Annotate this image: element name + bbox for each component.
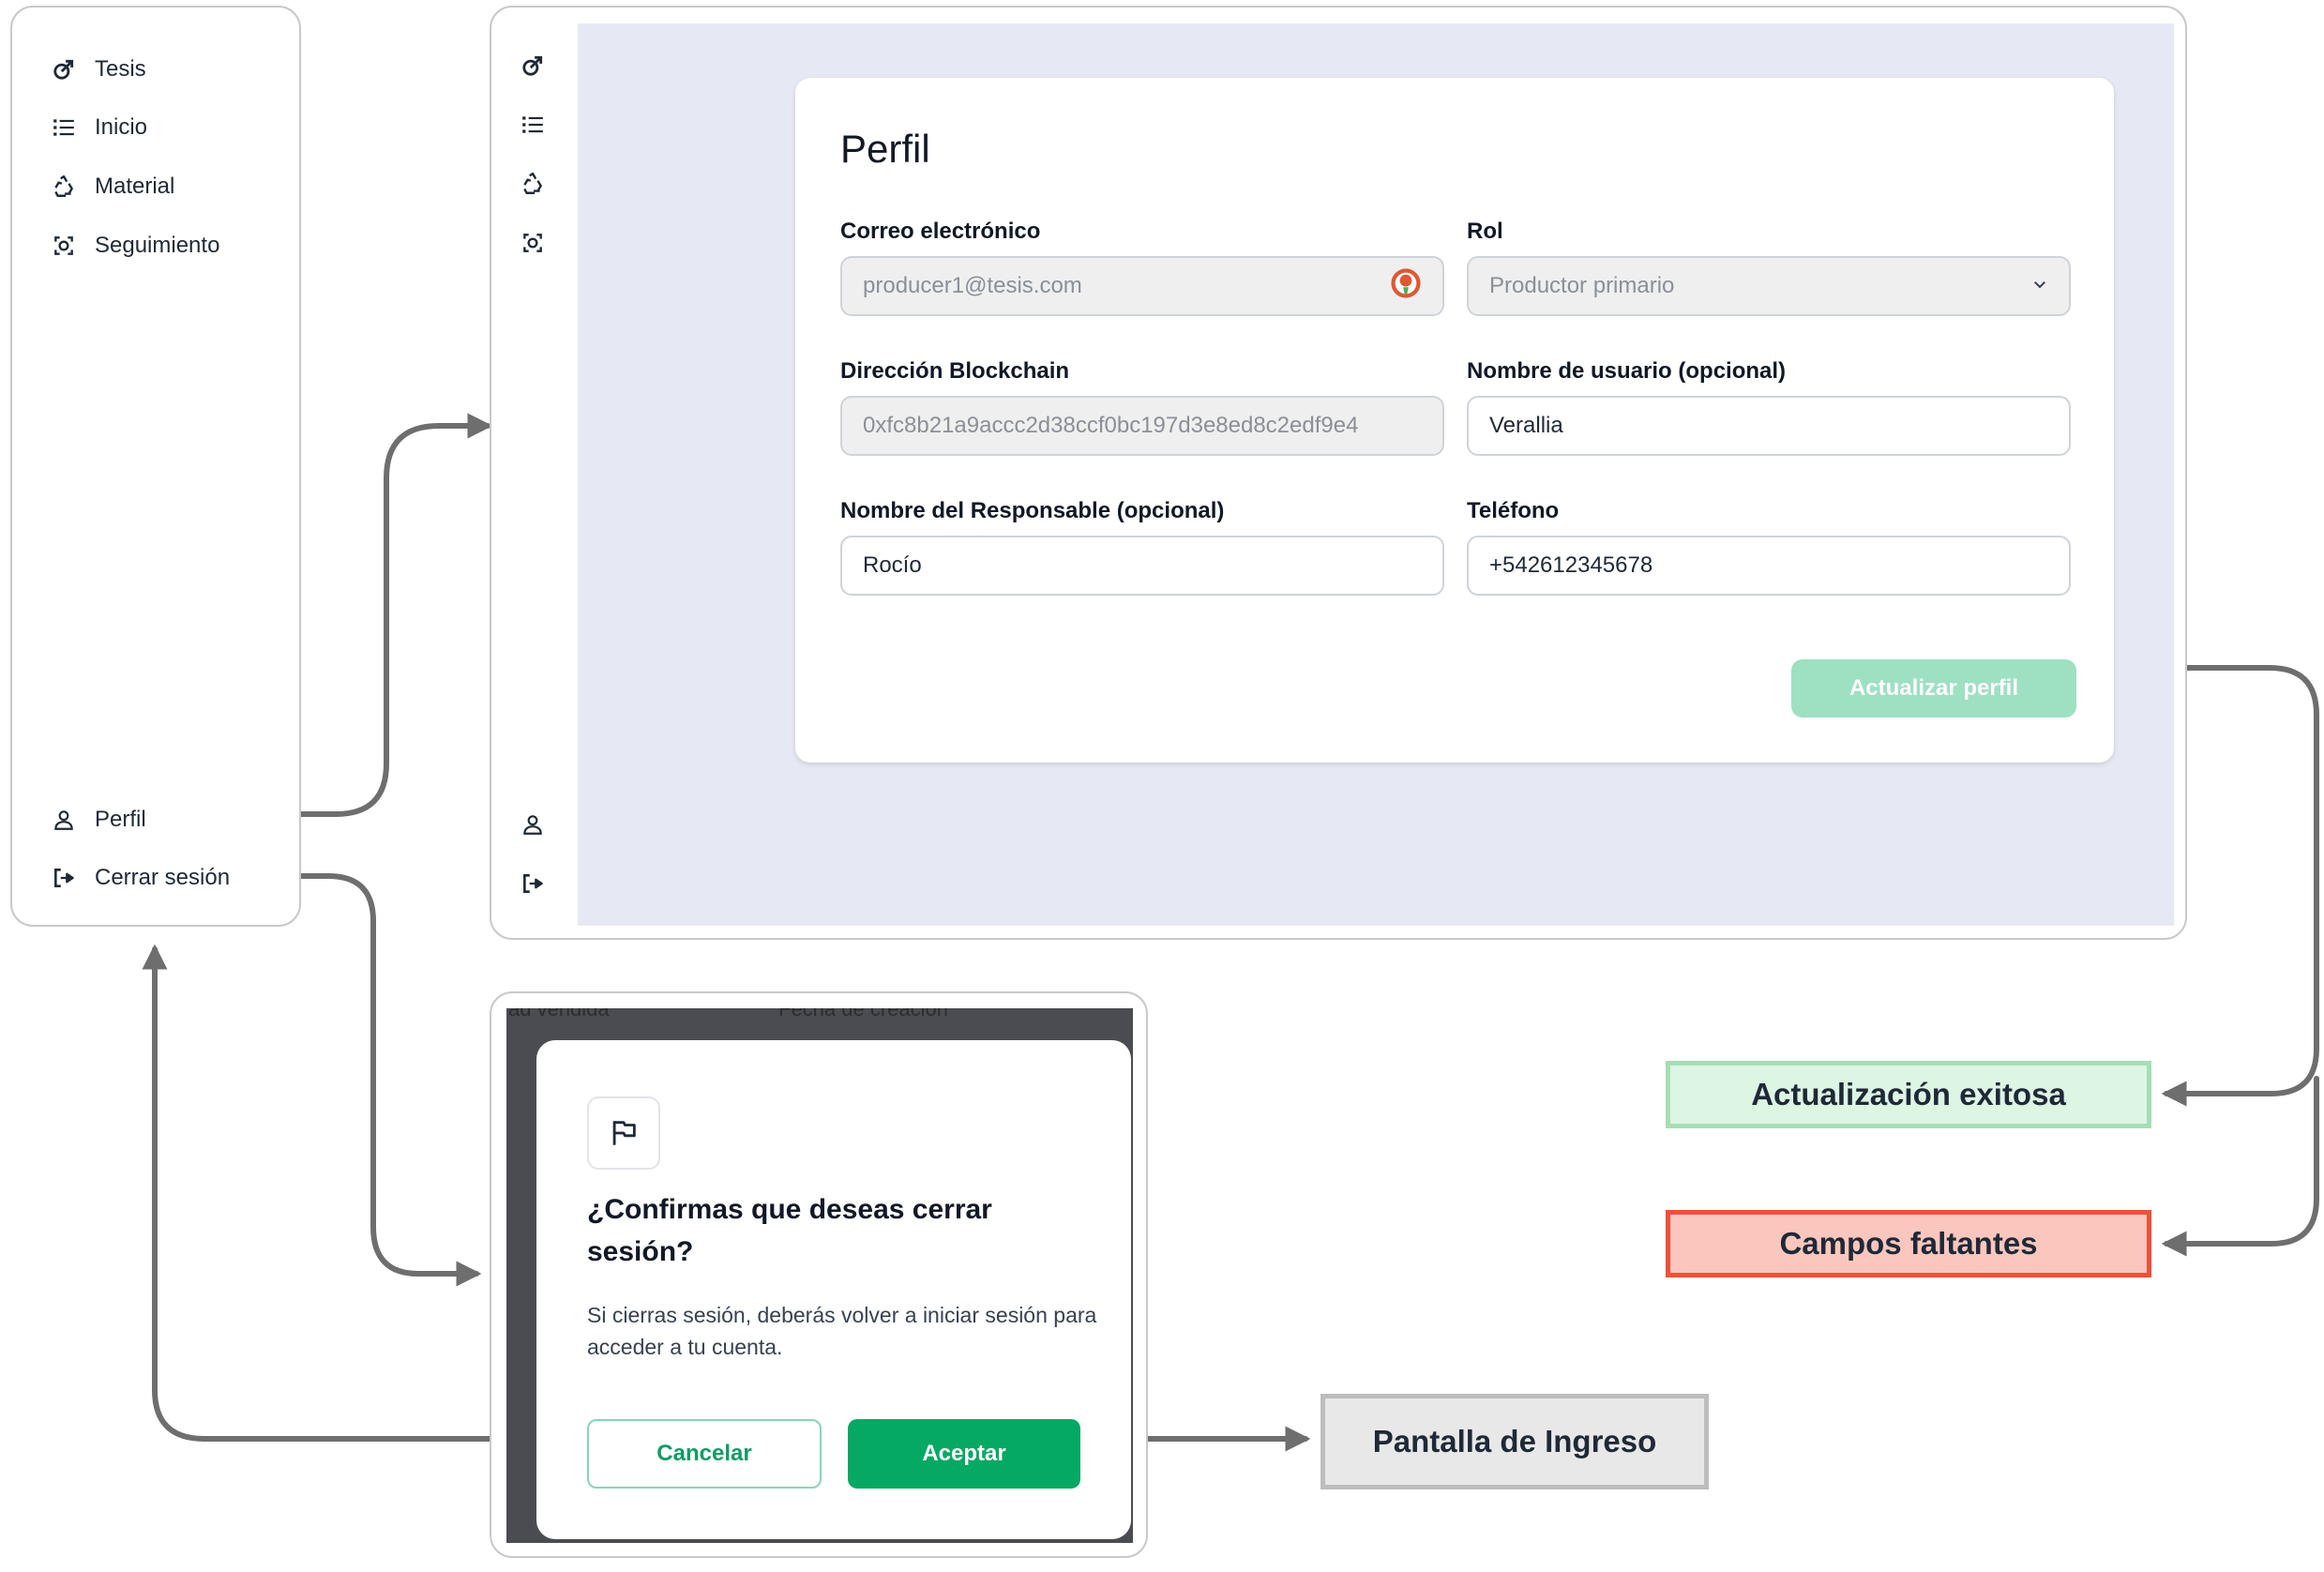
logout-dialog-frame: ad vendida Fecha de creación ¿Confirmas … [490,991,1148,1558]
sidebar-item-label: Seguimiento [95,233,220,258]
sidebar-item-seguimiento[interactable]: Seguimiento [50,227,219,265]
update-profile-button[interactable]: Actualizar perfil [1791,659,2076,718]
recycle-icon [50,173,78,201]
modal-title: ¿Confirmas que deseas cerrar sesión? [587,1194,992,1267]
logout-icon[interactable] [518,869,548,899]
profile-window: Perfil Correo electrónico producer1@tesi… [490,6,2187,940]
email-field[interactable]: producer1@tesis.com [840,256,1444,316]
leaf-icon [50,55,78,83]
arrow-logout-to-modal [294,873,482,1287]
username-label: Nombre de usuario (opcional) [1467,358,1787,384]
sidebar-item-label: Inicio [95,114,148,140]
list-icon [50,113,78,142]
collapsed-sidebar [491,8,578,938]
chevron-down-icon [2031,273,2048,299]
page-title: Perfil [840,127,930,171]
arrow-update-to-missing [2161,1076,2319,1257]
tracking-icon[interactable] [518,228,548,258]
recycle-icon[interactable] [518,169,548,199]
modal-body: Si cierras sesión, deberás volver a inic… [587,1303,1097,1359]
login-screen-box: Pantalla de Ingreso [1320,1394,1709,1489]
list-icon[interactable] [518,110,548,140]
tracking-icon [50,232,78,260]
sidebar-item-perfil[interactable]: Perfil [50,801,146,839]
user-icon[interactable] [518,809,548,839]
sidebar-item-label: Cerrar sesión [95,865,231,890]
content-area: Perfil Correo electrónico producer1@tesi… [578,23,2174,926]
logout-modal: ¿Confirmas que deseas cerrar sesión? Si … [536,1040,1131,1539]
email-value: producer1@tesis.com [863,273,1082,298]
modal-backdrop: ad vendida Fecha de creación ¿Confirmas … [506,1008,1133,1543]
role-label: Rol [1467,219,1503,244]
backdrop-column-header: Fecha de creación [778,1008,948,1020]
username-field[interactable]: Verallia [1467,396,2071,456]
user-icon [50,806,78,834]
responsible-field[interactable]: Rocío [840,536,1444,596]
phone-label: Teléfono [1467,498,1560,523]
sidebar-item-label: Tesis [95,56,146,82]
duckduckgo-icon[interactable] [1390,267,1422,306]
sidebar-item-material[interactable]: Material [50,168,174,205]
email-label: Correo electrónico [840,219,1041,244]
success-outcome-box: Actualización exitosa [1666,1061,2151,1128]
profile-card: Perfil Correo electrónico producer1@tesi… [795,78,2114,763]
role-select[interactable]: Productor primario [1467,256,2071,316]
username-value: Verallia [1489,413,1563,438]
sidebar-item-label: Perfil [95,807,146,832]
phone-field[interactable]: +542612345678 [1467,536,2071,596]
cancel-button[interactable]: Cancelar [587,1419,822,1489]
backdrop-column-header: ad vendida [508,1008,610,1020]
logout-icon [50,864,78,892]
missing-fields-outcome-box: Campos faltantes [1666,1210,2151,1277]
responsible-value: Rocío [863,552,922,578]
blockchain-label: Dirección Blockchain [840,358,1070,384]
sidebar: Tesis Inicio Material Seguimiento Perfil… [10,6,301,927]
sidebar-item-label: Material [95,174,175,199]
phone-value: +542612345678 [1489,552,1653,578]
sidebar-item-inicio[interactable]: Inicio [50,109,147,146]
accept-button[interactable]: Aceptar [848,1419,1080,1489]
leaf-icon[interactable] [518,51,548,81]
blockchain-value: 0xfc8b21a9accc2d38ccf0bc197d3e8ed8c2edf9… [863,413,1359,438]
role-value: Productor primario [1489,273,1675,298]
responsible-label: Nombre del Responsable (opcional) [840,498,1225,523]
sidebar-item-cerrar-sesion[interactable]: Cerrar sesión [50,859,230,897]
blockchain-field[interactable]: 0xfc8b21a9accc2d38ccf0bc197d3e8ed8c2edf9… [840,396,1444,456]
flag-icon [587,1096,660,1170]
sidebar-item-tesis[interactable]: Tesis [50,51,146,88]
